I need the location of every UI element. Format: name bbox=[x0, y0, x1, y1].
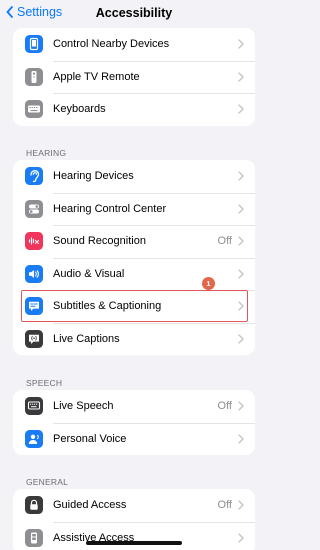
row-control-nearby-devices[interactable]: Control Nearby Devices bbox=[13, 28, 255, 61]
assistive-access-icon bbox=[25, 528, 43, 547]
row-label: Audio & Visual bbox=[53, 267, 125, 280]
lock-icon bbox=[25, 496, 43, 515]
row-hearing-control-center[interactable]: Hearing Control Center bbox=[13, 192, 255, 226]
row-value: Off bbox=[217, 400, 232, 413]
row-label: Sound Recognition bbox=[53, 235, 146, 248]
ear-icon bbox=[25, 167, 43, 186]
navigation-bar: Settings Accessibility bbox=[0, 0, 268, 28]
chevron-right-icon bbox=[238, 39, 244, 49]
row-keyboards[interactable]: Keyboards bbox=[13, 93, 255, 126]
home-indicator[interactable] bbox=[86, 541, 182, 545]
row-value: Off bbox=[217, 235, 232, 248]
settings-group-top: Control Nearby Devices Apple TV Remote K… bbox=[13, 28, 255, 126]
row-label: Hearing Control Center bbox=[53, 202, 167, 215]
row-audio-visual[interactable]: Audio & Visual bbox=[13, 257, 255, 291]
row-subtitles-captioning[interactable]: Subtitles & Captioning bbox=[13, 290, 255, 323]
row-label: Guided Access bbox=[53, 499, 127, 512]
row-hearing-devices[interactable]: Hearing Devices bbox=[13, 160, 255, 193]
chevron-right-icon bbox=[238, 533, 244, 543]
page-title: Accessibility bbox=[95, 6, 173, 20]
chevron-right-icon bbox=[238, 301, 244, 311]
step-badge: 1 bbox=[202, 277, 215, 290]
chevron-right-icon bbox=[238, 269, 244, 279]
toggles-icon bbox=[25, 199, 43, 218]
settings-group-speech: Live Speech Off Personal Voice bbox=[13, 390, 255, 455]
row-label: Hearing Devices bbox=[53, 170, 134, 183]
device-icon bbox=[25, 35, 43, 54]
row-label: Apple TV Remote bbox=[53, 70, 140, 83]
section-header-speech: SPEECH bbox=[26, 378, 63, 388]
keyboard-icon bbox=[25, 100, 43, 119]
chevron-right-icon bbox=[238, 236, 244, 246]
chevron-right-icon bbox=[238, 334, 244, 344]
speaker-icon bbox=[25, 264, 43, 283]
row-label: Keyboards bbox=[53, 103, 106, 116]
row-apple-tv-remote[interactable]: Apple TV Remote bbox=[13, 60, 255, 94]
row-value: Off bbox=[217, 499, 232, 512]
chevron-right-icon bbox=[238, 204, 244, 214]
section-header-hearing: HEARING bbox=[26, 148, 67, 158]
waveform-icon bbox=[25, 232, 43, 251]
row-sound-recognition[interactable]: Sound Recognition Off bbox=[13, 225, 255, 258]
row-label: Subtitles & Captioning bbox=[53, 300, 162, 313]
row-live-speech[interactable]: Live Speech Off bbox=[13, 390, 255, 423]
person-voice-icon bbox=[25, 429, 43, 448]
chevron-right-icon bbox=[238, 401, 244, 411]
row-label: Personal Voice bbox=[53, 432, 127, 445]
row-assistive-access[interactable]: Assistive Access bbox=[13, 521, 255, 550]
row-live-captions[interactable]: Live Captions bbox=[13, 322, 255, 356]
chevron-right-icon bbox=[238, 171, 244, 181]
chevron-right-icon bbox=[238, 72, 244, 82]
remote-icon bbox=[25, 67, 43, 86]
row-guided-access[interactable]: Guided Access Off bbox=[13, 489, 255, 522]
chevron-right-icon bbox=[238, 434, 244, 444]
row-label: Live Captions bbox=[53, 332, 120, 345]
keyboard-speech-icon bbox=[25, 397, 43, 416]
chevron-right-icon bbox=[238, 500, 244, 510]
row-label: Live Speech bbox=[53, 400, 114, 413]
row-label: Control Nearby Devices bbox=[53, 38, 170, 51]
row-personal-voice[interactable]: Personal Voice bbox=[13, 422, 255, 456]
section-header-general: GENERAL bbox=[26, 477, 69, 487]
caption-bubble-icon bbox=[25, 297, 43, 316]
settings-group-hearing: Hearing Devices Hearing Control Center S… bbox=[13, 160, 255, 355]
chevron-right-icon bbox=[238, 104, 244, 114]
live-caption-icon bbox=[25, 329, 43, 348]
